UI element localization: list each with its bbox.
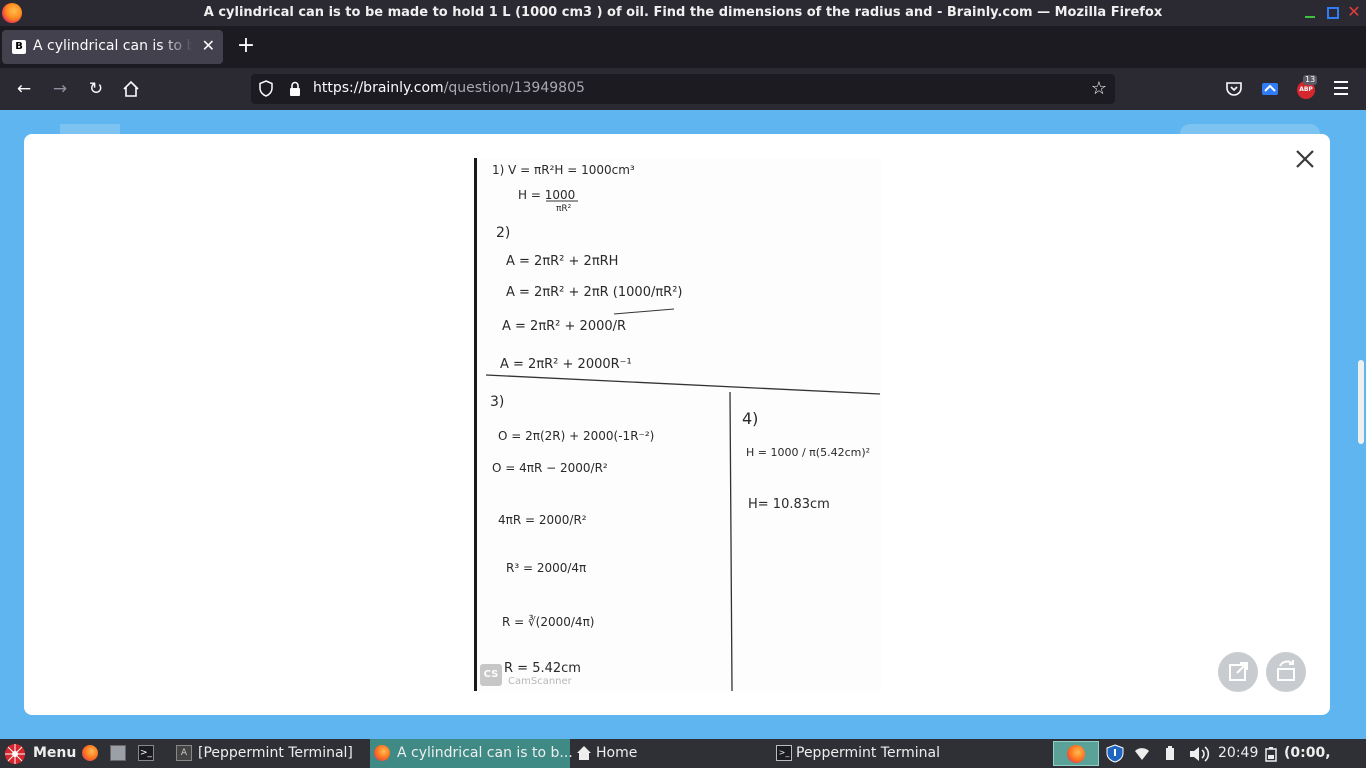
minimize-button[interactable] (1302, 4, 1318, 20)
taskbar-item-label: A cylindrical can is to b... (397, 745, 573, 761)
adblock-count-badge: 13 (1303, 75, 1318, 85)
system-taskbar: Menu >_ A [Peppermint Terminal] A cylind… (0, 739, 1366, 768)
battery-status: (0:00, 44%) (1284, 745, 1331, 761)
firefox-launcher-icon[interactable] (82, 745, 98, 761)
wifi-icon[interactable] (1134, 746, 1150, 762)
camscanner-watermark: CS CamScanner (480, 662, 580, 690)
brainly-favicon-icon: B (12, 40, 26, 54)
attachment-image: 1) V = πR²H = 1000cm³ H = 1000 πR² 2) A … (474, 158, 882, 691)
url-text[interactable]: https://brainly.com/question/13949805 (313, 80, 585, 96)
page-scrollbar[interactable] (1358, 360, 1364, 444)
tab-strip: B A cylindrical can is to be made to hol… (0, 26, 1366, 68)
tab-brainly-question[interactable]: B A cylindrical can is to be made to hol… (2, 30, 223, 64)
bookmark-star-icon[interactable]: ☆ (1091, 78, 1107, 99)
menu-label: Menu (33, 745, 77, 761)
home-folder-icon (577, 746, 591, 760)
step1-line1: 1) V = πR²H = 1000cm³ (492, 163, 635, 177)
navigation-toolbar: ← → ↻ https://brainly.com/question/13949… (0, 68, 1366, 110)
step4-line1: H = 1000 / π(5.42cm)² (746, 446, 870, 459)
file-manager-launcher-icon[interactable] (110, 745, 126, 761)
step3-line2: O = 4πR − 2000/R² (492, 461, 608, 475)
start-menu-button[interactable]: Menu (4, 739, 76, 768)
security-shield-icon[interactable] (1106, 744, 1124, 763)
open-in-new-button[interactable] (1218, 652, 1258, 692)
firefox-window-icon (374, 745, 390, 761)
step3-line1: O = 2π(2R) + 2000(-1R⁻²) (498, 429, 654, 443)
window-titlebar: A cylindrical can is to be made to hold … (0, 0, 1366, 26)
system-clock[interactable]: 20:49 (1218, 739, 1258, 768)
window-close-button[interactable]: ✕ (1346, 4, 1362, 20)
step3-line3: 4πR = 2000/R² (498, 513, 587, 527)
background-decoration (60, 124, 120, 134)
step4-label: 4) (742, 409, 758, 428)
open-external-icon (1229, 662, 1248, 681)
page-content: 1) V = πR²H = 1000cm³ H = 1000 πR² 2) A … (0, 110, 1366, 739)
camscanner-text: CamScanner (508, 676, 572, 687)
step2-line1: A = 2πR² + 2πRH (506, 254, 618, 269)
battery-icon (1265, 747, 1277, 762)
url-host: https://brainly.com (313, 80, 444, 96)
home-icon[interactable] (119, 77, 143, 101)
url-path: /question/13949805 (443, 80, 585, 96)
tab-label: A cylindrical can is to be made to hold … (33, 38, 193, 54)
taskbar-item-label: Home (596, 745, 638, 761)
step2-label: 2) (496, 225, 510, 241)
window-title: A cylindrical can is to be made to hold … (203, 5, 1163, 20)
divider-horizontal (485, 374, 881, 395)
close-modal-icon[interactable] (1294, 148, 1316, 170)
back-arrow-icon[interactable]: ← (12, 77, 36, 101)
maximize-button[interactable] (1324, 4, 1340, 20)
taskbar-item-terminal[interactable]: >_ Peppermint Terminal (774, 739, 974, 768)
step1-line3: πR² (556, 204, 572, 214)
step4-line2: H= 10.83cm (748, 497, 830, 512)
step2-line2: A = 2πR² + 2πR (1000/πR²) (506, 285, 683, 300)
address-bar[interactable]: https://brainly.com/question/13949805 ☆ (251, 74, 1115, 104)
background-decoration (1180, 124, 1320, 134)
terminal-window-icon: A (176, 745, 192, 761)
taskbar-item-label: [Peppermint Terminal] (198, 745, 353, 761)
taskbar-item-label: Peppermint Terminal (796, 745, 940, 761)
pocket-icon[interactable] (1224, 79, 1244, 99)
image-viewer-modal: 1) V = πR²H = 1000cm³ H = 1000 πR² 2) A … (24, 134, 1330, 715)
camscanner-logo-icon: CS (480, 664, 502, 686)
lock-icon[interactable] (288, 81, 302, 97)
taskbar-item-home[interactable]: Home (574, 739, 694, 768)
rotate-image-button[interactable] (1266, 652, 1306, 692)
battery-plug-icon[interactable] (1162, 745, 1178, 761)
step3-label: 3) (490, 394, 504, 410)
reload-icon[interactable]: ↻ (84, 77, 108, 101)
taskbar-item-terminal-minimized[interactable]: A [Peppermint Terminal] (172, 739, 366, 768)
forward-arrow-icon[interactable]: → (48, 77, 72, 101)
step2-line4: A = 2πR² + 2000R⁻¹ (500, 357, 632, 372)
extension-icon[interactable] (1260, 79, 1280, 99)
terminal-window-icon: >_ (776, 745, 792, 761)
firefox-tray-icon (1067, 745, 1085, 763)
menu-hamburger-icon[interactable] (1334, 81, 1350, 95)
divider-vertical (729, 391, 733, 691)
taskbar-item-firefox[interactable]: A cylindrical can is to b... (370, 739, 573, 768)
tray-firefox-indicator[interactable] (1053, 741, 1099, 766)
step1-line2: H = 1000 (518, 188, 575, 202)
step2-line3: A = 2πR² + 2000/R (502, 319, 626, 334)
tracking-shield-icon[interactable] (259, 80, 273, 97)
terminal-launcher-icon[interactable]: >_ (138, 745, 154, 761)
step3-line4: R³ = 2000/4π (506, 561, 586, 575)
tab-close-icon[interactable]: ✕ (202, 36, 215, 55)
handwritten-solution: 1) V = πR²H = 1000cm³ H = 1000 πR² 2) A … (485, 163, 881, 691)
volume-icon[interactable] (1188, 744, 1212, 764)
new-tab-button[interactable]: + (233, 34, 259, 60)
step3-line5: R = ∛(2000/4π) (502, 615, 594, 629)
peppermint-logo-icon (5, 744, 25, 764)
rotate-icon (1277, 660, 1295, 681)
